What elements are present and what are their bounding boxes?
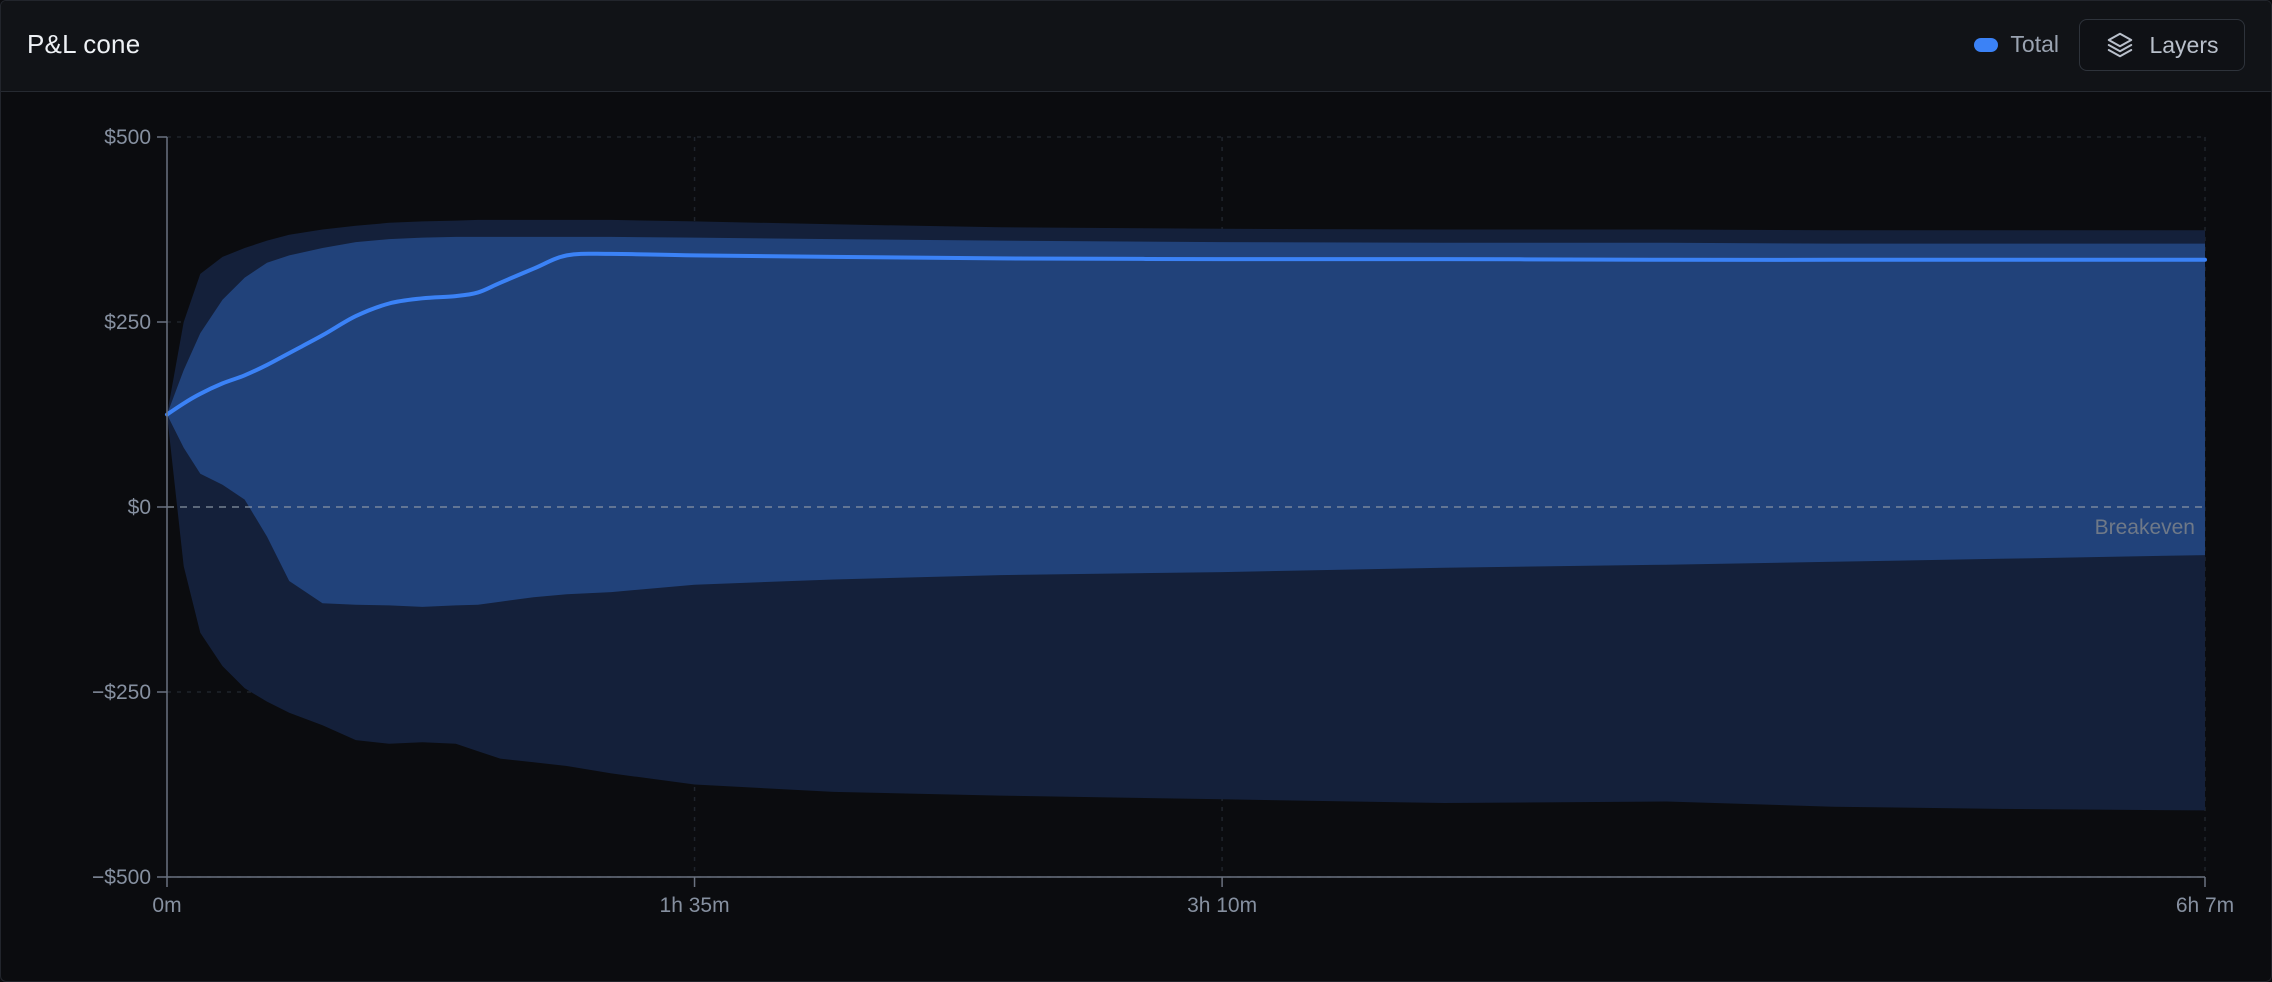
breakeven-label: Breakeven: [2095, 516, 2195, 539]
layers-button[interactable]: Layers: [2079, 19, 2245, 71]
y-tick-label-4: −$500: [92, 866, 151, 889]
y-tick-label-0: $500: [104, 126, 151, 149]
panel-title: P&L cone: [27, 29, 141, 59]
legend-total[interactable]: Total: [1974, 31, 2059, 58]
panel-header: P&L cone Total Layers: [1, 1, 2271, 92]
y-tick-label-3: −$250: [92, 681, 151, 704]
layers-button-label: Layers: [2149, 31, 2219, 58]
legend-swatch: [1974, 37, 1999, 52]
x-tick-label-0: 0m: [152, 894, 181, 917]
x-tick-label-2: 3h 10m: [1187, 894, 1257, 917]
layers-icon: [2108, 32, 2133, 58]
legend-label: Total: [2010, 31, 2059, 57]
pnl-cone-panel: P&L cone Total Layers Breakeven $500 $250…: [0, 0, 2272, 982]
y-tick-label-2: $0: [128, 496, 151, 519]
x-tick-label-3: 6h 7m: [2176, 894, 2234, 917]
y-tick-label-1: $250: [104, 311, 151, 334]
pnl-cone-chart: Breakeven $500 $250 $0 −$250 −$5000m 1h 35m 3h…: [92, 126, 2234, 917]
x-tick-label-1: 1h 35m: [660, 894, 730, 917]
chart-area: Breakeven $500 $250 $0 −$250 −$500 0m 1h 35m 3h…: [1, 92, 2271, 981]
